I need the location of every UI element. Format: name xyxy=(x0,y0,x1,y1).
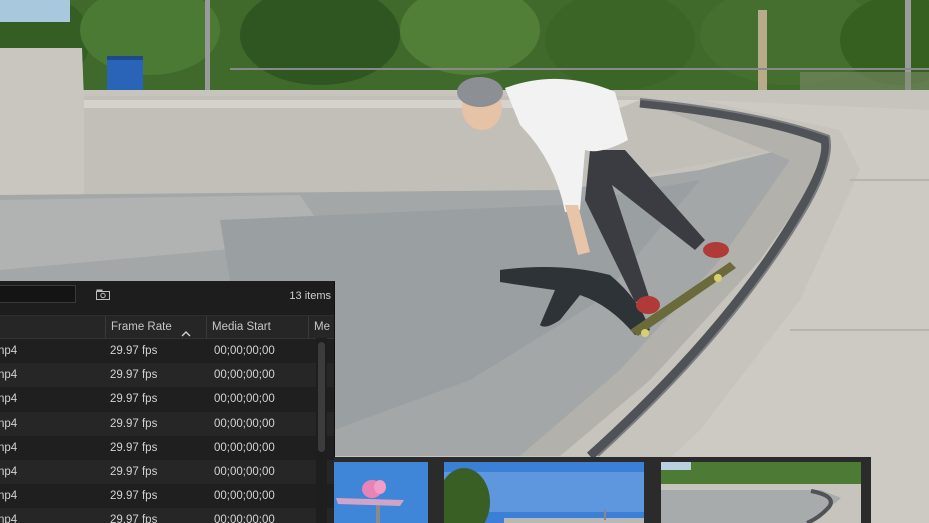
item-name: np4 xyxy=(0,465,18,478)
item-name: np4 xyxy=(0,345,18,357)
list-item[interactable]: np4 29.97 fps 00;00;00;00 xyxy=(0,387,334,412)
list-item[interactable]: np4 29.97 fps 00;00;00;00 xyxy=(0,508,334,523)
item-media-start: 00;00;00;00 xyxy=(214,465,275,478)
item-frame-rate: 29.97 fps xyxy=(110,369,158,382)
item-media-start: 00;00;00;00 xyxy=(214,514,275,523)
list-item[interactable]: np4 29.97 fps 00;00;00;00 xyxy=(0,484,334,509)
column-header-media-end[interactable]: Me xyxy=(308,316,334,338)
item-frame-rate: 29.97 fps xyxy=(110,417,158,430)
item-name: np4 xyxy=(0,369,18,382)
list-item[interactable]: np4 29.97 fps 00;00;00;00 xyxy=(0,435,334,460)
clip-thumbnail[interactable] xyxy=(334,462,428,523)
new-bin-icon[interactable] xyxy=(96,289,110,300)
item-name: np4 xyxy=(0,393,18,406)
project-panel: 13 items Frame Rate Media Start Me np4 xyxy=(0,281,335,523)
item-frame-rate: 29.97 fps xyxy=(110,441,158,454)
item-name: np4 xyxy=(0,441,18,454)
item-frame-rate: 29.97 fps xyxy=(110,393,158,406)
item-name: np4 xyxy=(0,514,18,523)
thumbnail-strip xyxy=(334,457,871,523)
column-header-label: Me xyxy=(314,321,330,333)
item-media-start: 00;00;00;00 xyxy=(214,441,275,454)
item-count: 13 items xyxy=(289,290,331,302)
project-panel-toolbar: 13 items xyxy=(0,281,334,316)
search-input[interactable] xyxy=(0,285,76,303)
item-frame-rate: 29.97 fps xyxy=(110,514,158,523)
list-item[interactable]: np4 29.97 fps 00;00;00;00 xyxy=(0,459,334,485)
column-header-frame-rate[interactable]: Frame Rate xyxy=(105,316,206,338)
item-media-start: 00;00;00;00 xyxy=(214,417,275,430)
item-name: np4 xyxy=(0,417,18,430)
program-monitor: 13 items Frame Rate Media Start Me np4 xyxy=(0,0,929,523)
item-frame-rate: 29.97 fps xyxy=(110,345,158,357)
clip-thumbnail[interactable] xyxy=(444,462,644,523)
item-media-start: 00;00;00;00 xyxy=(214,345,275,357)
item-name: np4 xyxy=(0,490,18,503)
column-header-media-start[interactable]: Media Start xyxy=(206,316,308,338)
item-list: np4 29.97 fps 00;00;00;00 np4 29.97 fps … xyxy=(0,339,334,523)
column-header-row: Frame Rate Media Start Me xyxy=(0,316,334,339)
item-media-start: 00;00;00;00 xyxy=(214,393,275,406)
list-item[interactable]: np4 29.97 fps 00;00;00;00 xyxy=(0,363,334,388)
clip-thumbnail[interactable] xyxy=(661,462,861,523)
list-item[interactable]: np4 29.97 fps 00;00;00;00 xyxy=(0,339,334,364)
vertical-scrollbar[interactable] xyxy=(316,338,327,523)
item-media-start: 00;00;00;00 xyxy=(214,369,275,382)
column-header-label: Frame Rate xyxy=(111,321,172,333)
column-header-name[interactable] xyxy=(0,316,105,338)
item-frame-rate: 29.97 fps xyxy=(110,465,158,478)
list-item[interactable]: np4 29.97 fps 00;00;00;00 xyxy=(0,411,334,436)
column-header-label: Media Start xyxy=(212,321,271,333)
item-frame-rate: 29.97 fps xyxy=(110,490,158,503)
sort-ascending-icon[interactable] xyxy=(181,323,191,337)
scrollbar-thumb[interactable] xyxy=(318,342,325,452)
item-media-start: 00;00;00;00 xyxy=(214,490,275,503)
